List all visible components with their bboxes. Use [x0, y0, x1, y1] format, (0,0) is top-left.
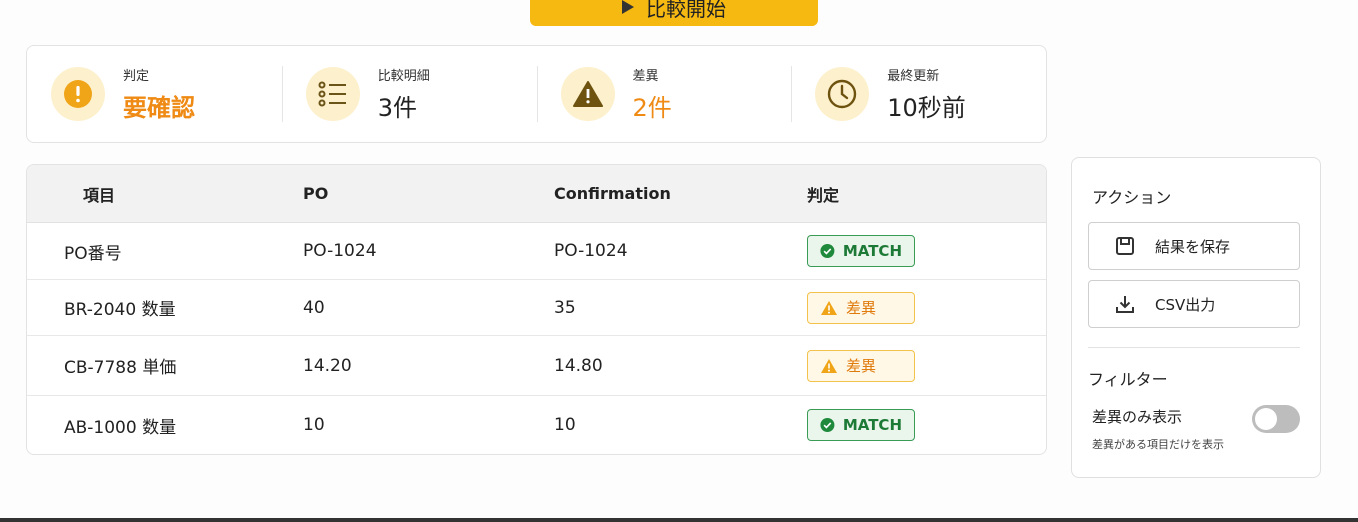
- cell-confirmation: 10: [554, 415, 576, 435]
- action-panel: アクション 結果を保存 CSV出力 フィルター 差異のみ表示 差異がある項目だけ…: [1071, 157, 1321, 478]
- cell-po: 40: [303, 297, 325, 318]
- save-result-button[interactable]: 結果を保存: [1088, 222, 1300, 270]
- play-icon: [622, 0, 634, 14]
- stat-judgement: 判定 要確認: [27, 66, 282, 122]
- diff-only-label: 差異のみ表示: [1092, 408, 1183, 426]
- filter-title: フィルター: [1088, 370, 1168, 389]
- bottom-border: [0, 518, 1358, 522]
- status-label: 差異: [846, 357, 877, 375]
- cell-po: 14.20: [303, 355, 352, 376]
- cell-confirmation: 35: [554, 297, 576, 318]
- stat-last-updated: 最終更新 10秒前: [791, 66, 1046, 122]
- stat-value: 2件: [632, 94, 672, 122]
- cell-item: BR-2040 数量: [64, 300, 176, 320]
- stat-caption: 最終更新: [887, 69, 940, 84]
- start-compare-label: 比較開始: [646, 0, 726, 21]
- warning-icon: [821, 358, 837, 373]
- stat-differences: 差異 2件: [536, 66, 792, 122]
- stat-caption: 差異: [632, 69, 659, 84]
- diff-only-description: 差異がある項目だけを表示: [1092, 438, 1224, 451]
- warning-icon: [821, 300, 837, 315]
- comparison-table: 項目 PO Confirmation 判定 PO番号 PO-1024 PO-10…: [26, 164, 1047, 455]
- actions-title: アクション: [1092, 188, 1172, 207]
- table-row[interactable]: AB-1000 数量 10 10 MATCH: [27, 396, 1046, 454]
- status-badge: MATCH: [807, 409, 915, 441]
- cell-confirmation: 14.80: [554, 355, 603, 376]
- csv-export-button[interactable]: CSV出力: [1088, 280, 1300, 328]
- alert-circle-icon: [51, 67, 105, 121]
- list-icon: [305, 67, 360, 121]
- stat-value: 10秒前: [887, 94, 966, 122]
- column-header-po[interactable]: PO: [303, 184, 554, 203]
- stat-caption: 比較明細: [377, 69, 430, 84]
- status-label: MATCH: [842, 242, 902, 260]
- cell-item: CB-7788 単価: [64, 358, 177, 378]
- start-compare-button[interactable]: 比較開始: [530, 0, 818, 26]
- page: 比較開始 判定 要確認 比較明細 3件 差異 2件 最終更新 10秒前 項目 P…: [0, 0, 1358, 522]
- table-row[interactable]: BR-2040 数量 40 35 差異: [27, 280, 1046, 336]
- download-icon: [1116, 296, 1134, 313]
- cell-item: PO番号: [64, 243, 122, 264]
- warning-icon: [560, 67, 615, 121]
- stat-value: 要確認: [123, 94, 195, 122]
- save-icon: [1116, 237, 1134, 255]
- divider: [1088, 347, 1300, 348]
- cell-po: 10: [303, 415, 325, 435]
- cell-po: PO-1024: [303, 241, 377, 261]
- stat-value: 3件: [377, 94, 418, 122]
- status-badge: MATCH: [807, 235, 915, 267]
- status-badge: 差異: [807, 349, 915, 382]
- clock-icon: [815, 67, 870, 121]
- stat-details: 比較明細 3件: [281, 66, 537, 122]
- status-badge: 差異: [807, 291, 915, 324]
- toggle-knob: [1255, 408, 1277, 430]
- table-row[interactable]: PO番号 PO-1024 PO-1024 MATCH: [27, 223, 1046, 280]
- check-circle-icon: [820, 417, 835, 433]
- cell-item: AB-1000 数量: [64, 417, 177, 438]
- save-result-label: 結果を保存: [1155, 237, 1231, 256]
- summary-card: 判定 要確認 比較明細 3件 差異 2件 最終更新 10秒前: [26, 45, 1047, 143]
- table-header: 項目 PO Confirmation 判定: [27, 165, 1046, 223]
- diff-only-toggle[interactable]: [1252, 405, 1300, 433]
- column-header-confirmation[interactable]: Confirmation: [554, 184, 807, 203]
- cell-confirmation: PO-1024: [554, 241, 628, 261]
- column-header-item[interactable]: 項目: [27, 182, 303, 206]
- csv-export-label: CSV出力: [1155, 295, 1216, 314]
- status-label: 差異: [846, 299, 877, 317]
- stat-caption: 判定: [123, 69, 150, 84]
- check-circle-icon: [820, 243, 835, 259]
- table-row[interactable]: CB-7788 単価 14.20 14.80 差異: [27, 336, 1046, 396]
- status-label: MATCH: [842, 416, 902, 434]
- column-header-judgement[interactable]: 判定: [807, 182, 1046, 206]
